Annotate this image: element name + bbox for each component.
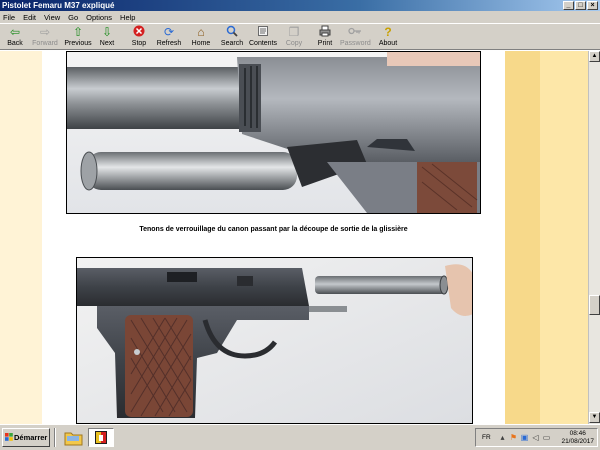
contents-icon (249, 25, 277, 39)
scroll-thumb[interactable] (589, 295, 600, 315)
clock[interactable]: 08:46 21/08/2017 (561, 430, 594, 446)
home-button[interactable]: ⌂ Home (189, 25, 213, 50)
forward-button[interactable]: ⇨ Forward (30, 25, 60, 50)
arrow-down-icon: ⇩ (101, 25, 113, 39)
stop-button[interactable]: Stop (128, 25, 150, 50)
right-margin-band-dark (505, 51, 540, 424)
minimize-button[interactable]: _ (563, 1, 574, 10)
vertical-scrollbar[interactable]: ▲ ▼ (588, 51, 600, 424)
back-label: Back (7, 40, 23, 47)
close-button[interactable]: × (587, 1, 598, 10)
key-icon (340, 25, 370, 39)
refresh-label: Refresh (156, 40, 182, 47)
folder-icon (64, 432, 83, 446)
network-icon[interactable]: ▣ (520, 433, 529, 442)
toolbar: ⇦ Back ⇨ Forward ⇧ Previous ⇩ Next Stop … (0, 23, 600, 50)
help-app-taskbar-button[interactable] (88, 428, 114, 447)
windows-flag-icon (5, 433, 13, 441)
arrow-right-icon: ⇨ (39, 25, 51, 39)
question-icon: ? (384, 25, 392, 39)
arrow-up-icon: ⇧ (72, 25, 84, 39)
scroll-down-button[interactable]: ▼ (589, 412, 600, 423)
print-button[interactable]: Print (315, 25, 335, 50)
title-bar: Pistolet Femaru M37 expliqué _ □ × (0, 0, 600, 11)
menu-options[interactable]: Options (86, 13, 112, 22)
clock-date: 21/08/2017 (561, 438, 594, 445)
scroll-up-button[interactable]: ▲ (589, 51, 600, 62)
search-label: Search (220, 40, 244, 47)
up-arrow-icon[interactable]: ▴ (498, 433, 507, 442)
forward-label: Forward (32, 40, 58, 47)
menu-file[interactable]: File (3, 13, 15, 22)
disassembled-pistol-photo (76, 257, 473, 424)
previous-button[interactable]: ⇧ Previous (64, 25, 92, 50)
about-label: About (378, 40, 398, 47)
menu-go[interactable]: Go (68, 13, 78, 22)
start-button[interactable]: Démarrer (2, 428, 50, 447)
flag-icon[interactable]: ⚑ (509, 433, 518, 442)
home-icon: ⌂ (197, 25, 205, 39)
clock-time: 08:46 (569, 430, 586, 437)
window-title: Pistolet Femaru M37 expliqué (2, 1, 115, 10)
back-button[interactable]: ⇦ Back (4, 25, 26, 50)
right-margin-band-light (540, 51, 588, 424)
password-label: Password (340, 40, 371, 47)
search-icon (220, 25, 244, 39)
menu-bar: File Edit View Go Options Help (0, 11, 600, 23)
volume-icon[interactable]: ◁ (531, 433, 540, 442)
copy-icon: ❐ (288, 25, 300, 39)
copy-label: Copy (285, 40, 303, 47)
maximize-button[interactable]: □ (575, 1, 586, 10)
language-indicator[interactable]: FR (482, 434, 491, 441)
copy-button[interactable]: ❐ Copy (284, 25, 304, 50)
print-icon (315, 25, 335, 39)
search-button[interactable]: Search (220, 25, 244, 50)
contents-button[interactable]: Contents (249, 25, 277, 50)
previous-label: Previous (64, 40, 92, 47)
taskbar-separator (54, 428, 56, 447)
contents-label: Contents (249, 40, 278, 47)
start-label: Démarrer (14, 433, 48, 442)
refresh-icon: ⟳ (163, 25, 175, 39)
next-button[interactable]: ⇩ Next (97, 25, 117, 50)
stop-icon (128, 25, 150, 39)
folder-taskbar-button[interactable] (60, 428, 86, 447)
photo-caption: Tenons de verrouillage du canon passant … (139, 226, 408, 233)
help-app-icon (95, 431, 107, 444)
refresh-button[interactable]: ⟳ Refresh (155, 25, 183, 50)
menu-help[interactable]: Help (120, 13, 135, 22)
left-margin-band (0, 51, 42, 424)
document-view: Tenons de verrouillage du canon passant … (0, 51, 588, 424)
stop-label: Stop (131, 40, 147, 47)
menu-view[interactable]: View (44, 13, 60, 22)
next-label: Next (99, 40, 115, 47)
password-button[interactable]: Password (340, 25, 371, 50)
home-label: Home (191, 40, 211, 47)
barrel-locking-photo (66, 51, 481, 214)
display-icon[interactable]: ▭ (542, 433, 551, 442)
print-label: Print (317, 40, 333, 47)
system-tray: FR ▴ ⚑ ▣ ◁ ▭ 08:46 21/08/2017 (475, 428, 598, 447)
menu-edit[interactable]: Edit (23, 13, 36, 22)
arrow-left-icon: ⇦ (9, 25, 21, 39)
about-button[interactable]: ? About (376, 25, 400, 50)
taskbar: Démarrer FR ▴ ⚑ ▣ ◁ ▭ 08:46 21/08/2017 (0, 424, 600, 450)
